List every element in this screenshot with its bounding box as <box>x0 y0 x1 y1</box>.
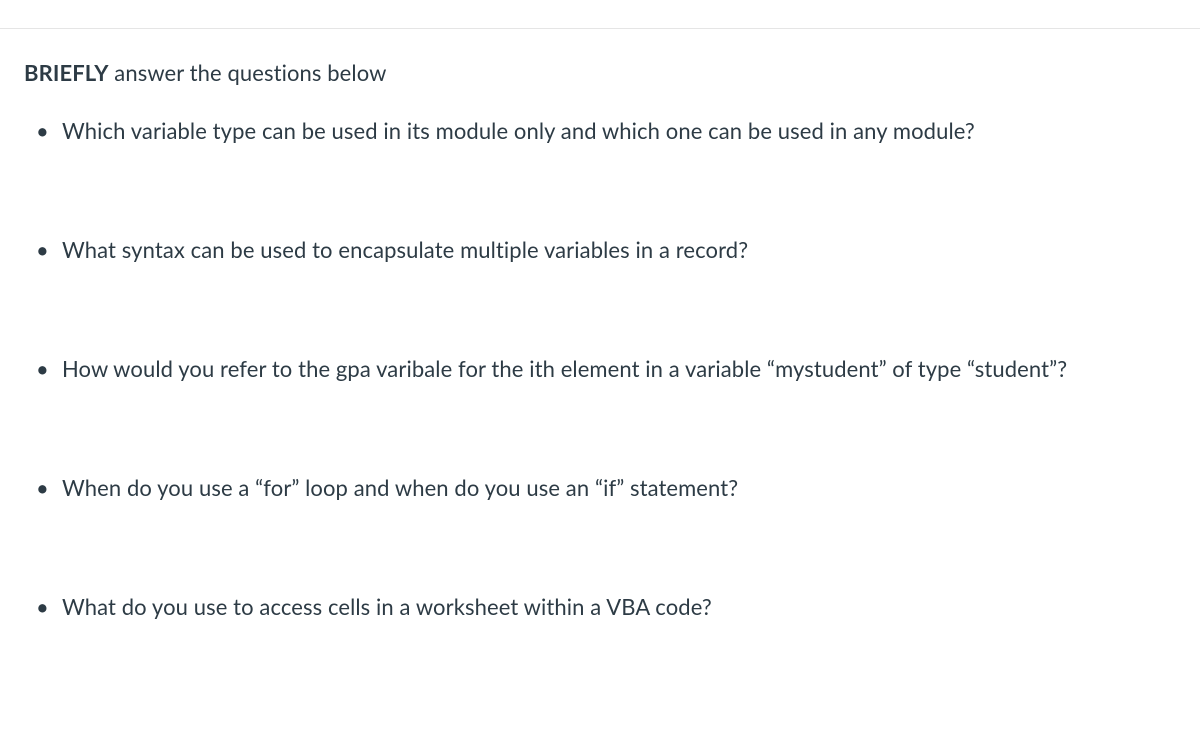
question-item: What do you use to access cells in a wor… <box>54 590 1176 623</box>
heading-rest: answer the questions below <box>109 59 387 86</box>
heading-bold: BRIEFLY <box>24 59 109 86</box>
question-list: Which variable type can be used in its m… <box>24 114 1176 623</box>
question-item: Which variable type can be used in its m… <box>54 114 1176 147</box>
question-item: What syntax can be used to encapsulate m… <box>54 233 1176 266</box>
question-item: When do you use a “for” loop and when do… <box>54 471 1176 504</box>
document-content: BRIEFLY answer the questions below Which… <box>0 29 1200 623</box>
question-item: How would you refer to the gpa varibale … <box>54 352 1176 385</box>
instruction-heading: BRIEFLY answer the questions below <box>24 59 1176 86</box>
